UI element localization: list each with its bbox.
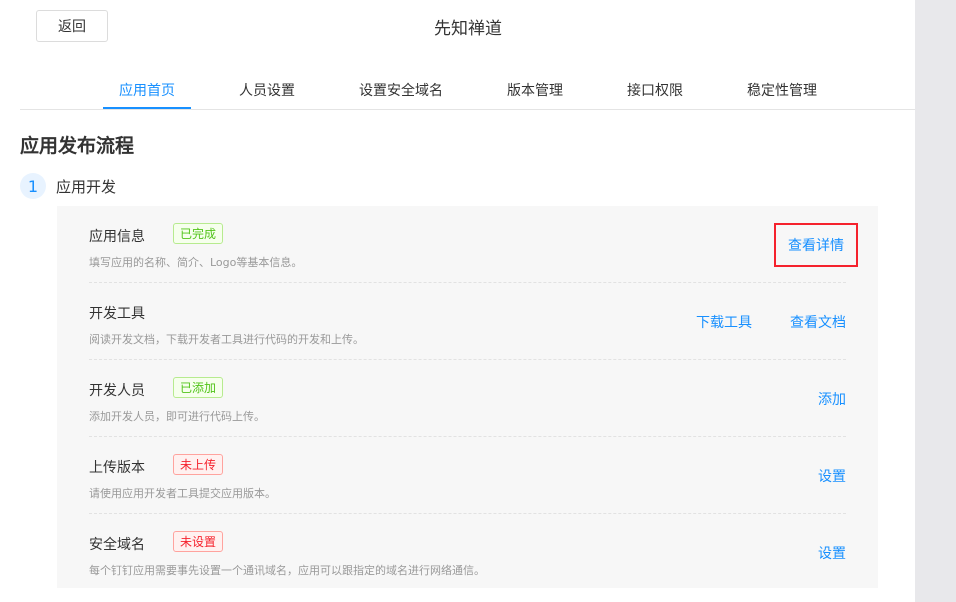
item-title: 上传版本: [89, 460, 145, 476]
list-item: 应用信息 已完成 填写应用的名称、简介、Logo等基本信息。 查看详情: [89, 206, 858, 283]
section-title: 应用发布流程: [20, 135, 135, 157]
list-item: 上传版本 未上传 请使用应用开发者工具提交应用版本。 设置: [89, 437, 846, 514]
view-docs-link[interactable]: 查看文档: [790, 312, 846, 332]
item-title: 开发工具: [89, 306, 145, 322]
page-title: 先知禅道: [434, 19, 502, 39]
item-desc: 阅读开发文档，下载开发者工具进行代码的开发和上传。: [89, 333, 364, 346]
item-title: 应用信息: [89, 229, 145, 245]
list-item: 开发工具 阅读开发文档，下载开发者工具进行代码的开发和上传。 下载工具 查看文档: [89, 283, 846, 360]
view-details-link[interactable]: 查看详情: [774, 223, 858, 267]
tab-bar: 应用首页 人员设置 设置安全域名 版本管理 接口权限 稳定性管理: [20, 70, 915, 110]
tab-version-management[interactable]: 版本管理: [507, 80, 563, 100]
tab-app-home[interactable]: 应用首页: [119, 80, 175, 100]
status-badge: 已添加: [173, 377, 224, 398]
active-tab-indicator: [103, 107, 191, 109]
item-desc: 请使用应用开发者工具提交应用版本。: [89, 487, 276, 500]
status-badge: 未上传: [173, 454, 224, 475]
step-number: 1: [20, 173, 46, 199]
step-header: 1 应用开发: [20, 173, 116, 199]
list-item: 开发人员 已添加 添加开发人员，即可进行代码上传。 添加: [89, 360, 846, 437]
download-tool-link[interactable]: 下载工具: [696, 312, 752, 332]
tab-api-permissions[interactable]: 接口权限: [627, 80, 683, 100]
status-badge: 已完成: [173, 223, 224, 244]
list-item: 安全域名 未设置 每个钉钉应用需要事先设置一个通讯域名，应用可以跟指定的域名进行…: [89, 514, 846, 591]
scrollbar[interactable]: [915, 0, 956, 602]
status-badge: 未设置: [173, 531, 224, 552]
tab-security-domain[interactable]: 设置安全域名: [359, 80, 443, 100]
tab-member-settings[interactable]: 人员设置: [239, 80, 295, 100]
item-desc: 每个钉钉应用需要事先设置一个通讯域名，应用可以跟指定的域名进行网络通信。: [89, 564, 485, 577]
add-developer-link[interactable]: 添加: [818, 389, 846, 409]
item-title: 开发人员: [89, 383, 145, 399]
domain-settings-link[interactable]: 设置: [818, 543, 846, 563]
item-title: 安全域名: [89, 537, 145, 553]
item-desc: 填写应用的名称、简介、Logo等基本信息。: [89, 256, 303, 269]
step-panel: 应用信息 已完成 填写应用的名称、简介、Logo等基本信息。 查看详情 开发工具…: [57, 206, 878, 588]
item-desc: 添加开发人员，即可进行代码上传。: [89, 410, 265, 423]
tab-stability[interactable]: 稳定性管理: [747, 80, 817, 100]
upload-version-settings-link[interactable]: 设置: [818, 466, 846, 486]
step-label: 应用开发: [56, 177, 117, 196]
